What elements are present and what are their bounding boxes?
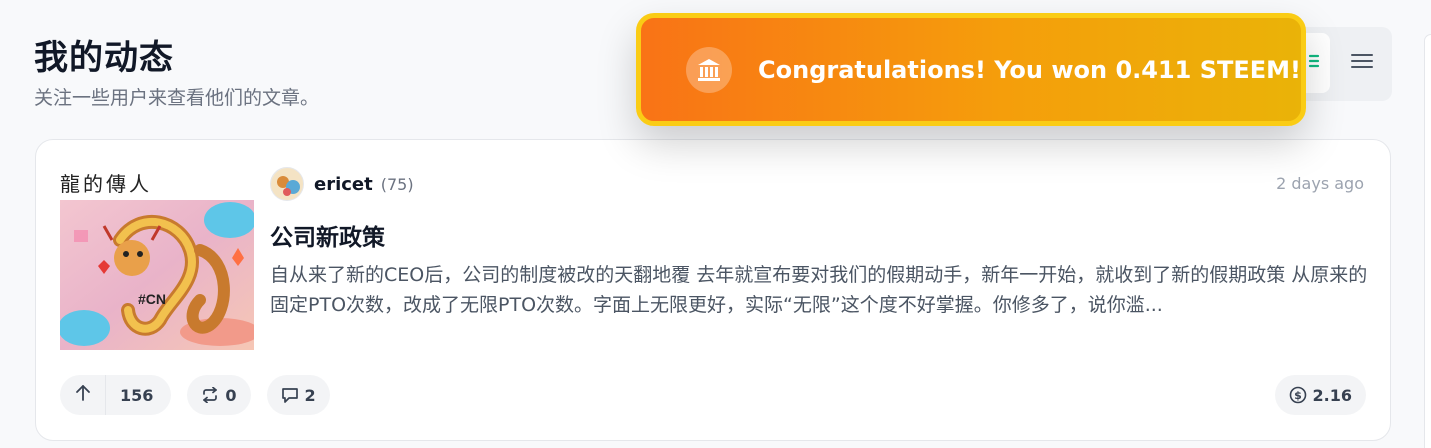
svg-text:$: $	[1294, 389, 1302, 402]
comment-button[interactable]: 2	[266, 375, 330, 415]
thumbnail-artwork: #CN	[60, 200, 254, 350]
post-excerpt[interactable]: 自从来了新的CEO后，公司的制度被改的天翻地覆 去年就宣布要对我们的假期动手，新…	[270, 260, 1370, 320]
payout-value: 2.16	[1312, 385, 1352, 405]
post-timestamp: 2 days ago	[1276, 174, 1364, 193]
page-title: 我的动态	[34, 38, 174, 78]
author-reputation: (75)	[380, 174, 414, 194]
page-header: 我的动态 关注一些用户来查看他们的文章。	[34, 30, 319, 110]
post-card[interactable]: 龍的傳人 #CN ericet (75) 2 days ago 公司新政策 自从…	[35, 139, 1391, 441]
toast-message: Congratulations! You won 0.411 STEEM!	[758, 55, 1301, 84]
menu-lines-icon	[1350, 51, 1374, 75]
author-name[interactable]: ericet	[314, 174, 373, 195]
page-subtitle: 关注一些用户来查看他们的文章。	[34, 87, 320, 109]
upvote-count: 156	[120, 385, 154, 405]
comment-icon	[281, 388, 298, 403]
view-toggle	[1296, 27, 1392, 101]
payout-badge[interactable]: $ 2.16	[1274, 375, 1366, 415]
arrow-up-icon	[75, 384, 91, 406]
avatar[interactable]	[270, 167, 304, 201]
bank-icon	[686, 46, 732, 93]
comment-count: 2	[304, 385, 316, 405]
author-row: ericet (75)	[270, 166, 414, 202]
post-actions: 156 0 2	[60, 375, 330, 415]
reblog-count: 0	[225, 385, 237, 405]
reward-toast[interactable]: Congratulations! You won 0.411 STEEM!	[636, 13, 1306, 126]
side-panel-edge	[1424, 34, 1431, 448]
reblog-button[interactable]: 0	[187, 375, 251, 415]
thumbnail-caption: 龍的傳人	[60, 172, 152, 196]
dollar-icon: $	[1289, 386, 1306, 404]
vote-group: 156	[60, 375, 172, 415]
post-thumbnail[interactable]: 龍的傳人 #CN	[60, 168, 254, 350]
post-title[interactable]: 公司新政策	[270, 218, 385, 252]
list-icon	[1306, 51, 1320, 75]
repost-icon	[203, 387, 218, 403]
upvote-button[interactable]	[60, 375, 106, 415]
compact-view-button[interactable]	[1340, 41, 1384, 85]
svg-text:#CN: #CN	[138, 291, 166, 307]
